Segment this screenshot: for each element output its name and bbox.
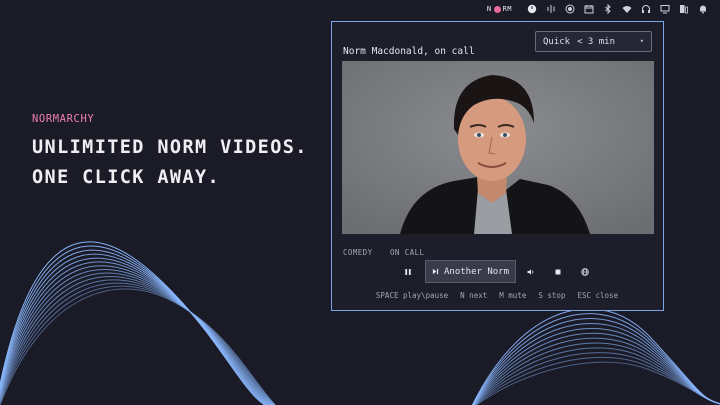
pause-icon [405, 269, 411, 275]
brand-rest: RM [502, 5, 512, 13]
hero-headline-line-2: ONE CLICK AWAY. [32, 167, 221, 188]
video-frame[interactable] [342, 61, 654, 234]
video-title: Norm Macdonald, on call [343, 46, 475, 57]
wave-line [472, 313, 720, 405]
clock-icon[interactable] [522, 0, 541, 18]
volume-icon [527, 269, 534, 275]
shortcut-s: S stop [538, 291, 566, 300]
battery-icon[interactable] [674, 0, 693, 18]
globe-icon [581, 268, 589, 276]
wave-line [0, 261, 272, 405]
wave-line [0, 269, 274, 405]
another-norm-label: Another Norm [443, 266, 510, 277]
shortcut-n: N next [460, 291, 488, 300]
mode-selected: Quick [543, 36, 571, 47]
wave-line [472, 318, 720, 405]
hero-headline-line-1: UNLIMITED NORM VIDEOS. [32, 137, 308, 158]
headphones-icon[interactable] [636, 0, 655, 18]
bluetooth-icon[interactable] [598, 0, 617, 18]
norm-o-icon [493, 5, 501, 13]
video-player-window: Norm Macdonald, on call Quick < 3 min ▾ [331, 21, 664, 311]
wave-line [0, 253, 270, 405]
stop-button[interactable] [548, 260, 568, 284]
shortcut-m: M mute [499, 291, 527, 300]
wave-line [475, 361, 720, 405]
wave-line [0, 272, 274, 405]
chevron-down-icon: ▾ [639, 37, 644, 45]
wave-line [0, 245, 267, 405]
duration-mode-select[interactable]: Quick < 3 min ▾ [535, 31, 652, 52]
wifi-icon[interactable] [617, 0, 636, 18]
wave-line [472, 323, 720, 405]
mute-button[interactable] [521, 260, 541, 284]
wave-line [0, 276, 275, 405]
calendar-icon[interactable] [579, 0, 598, 18]
mode-range: < 3 min [577, 36, 616, 47]
wave-line [0, 265, 273, 405]
wave-line [472, 327, 720, 405]
wave-line [471, 308, 720, 405]
stop-icon [555, 269, 561, 275]
wave-line [0, 279, 275, 405]
playback-controls: Another Norm [332, 260, 662, 284]
wave-line [475, 356, 720, 405]
tag-on-call: ON CALL [390, 248, 425, 257]
bell-icon[interactable] [693, 0, 712, 18]
wave-line [473, 337, 720, 405]
brand-n: N [486, 5, 492, 13]
shortcut-esc: ESC close [577, 291, 619, 300]
shortcut-space: SPACE play\pause [375, 291, 449, 300]
another-norm-button[interactable]: Another Norm [425, 260, 516, 283]
wave-line [0, 241, 266, 405]
wave-line [473, 342, 720, 405]
wave-line [474, 352, 720, 405]
skip-next-icon [432, 268, 439, 275]
wave-line [472, 332, 720, 405]
audio-bars-icon[interactable] [541, 0, 560, 18]
record-icon[interactable] [560, 0, 579, 18]
wave-line [0, 282, 276, 405]
norm-indicator[interactable]: N RM [487, 5, 512, 13]
tag-comedy: COMEDY [343, 248, 373, 257]
wave-line [0, 249, 269, 405]
system-top-bar: N RM [0, 0, 720, 18]
open-in-browser-button[interactable] [575, 260, 595, 284]
wave-line [0, 288, 277, 405]
display-icon[interactable] [655, 0, 674, 18]
brand-label: NORMARCHY [32, 113, 95, 125]
wave-line [0, 257, 271, 405]
keyboard-shortcuts-hint: SPACE play\pause N next M mute S stop ES… [332, 291, 662, 300]
pause-button[interactable] [398, 260, 418, 284]
wave-line [0, 285, 276, 405]
norm-portrait-image [342, 61, 654, 234]
wave-line [473, 347, 720, 405]
